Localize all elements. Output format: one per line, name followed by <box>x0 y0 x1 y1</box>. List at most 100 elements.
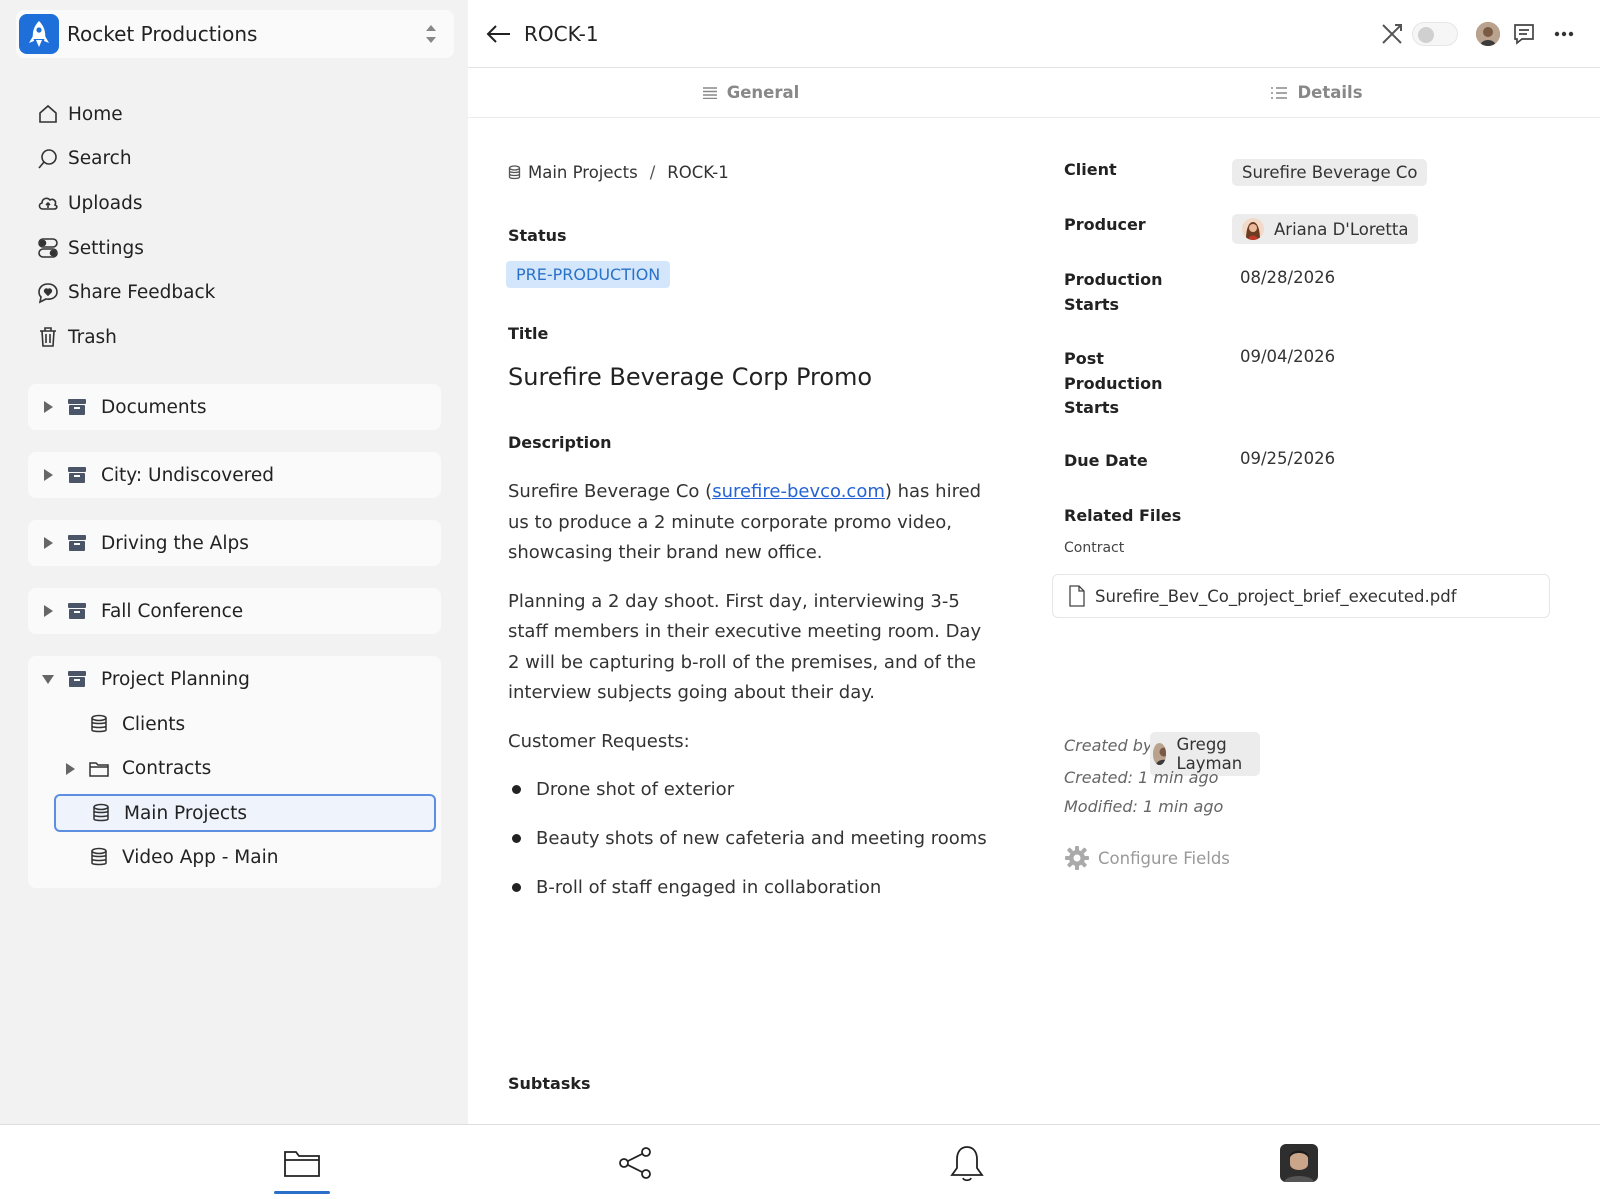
avatar <box>1242 218 1264 240</box>
client-label: Client <box>1064 160 1117 179</box>
toggles-icon <box>36 236 60 260</box>
subtasks-label: Subtasks <box>508 1074 591 1093</box>
group-header[interactable]: Fall Conference <box>28 588 441 634</box>
production-starts-value[interactable]: 08/28/2026 <box>1240 268 1335 287</box>
group-city-undiscovered: City: Undiscovered <box>28 452 441 498</box>
group-header[interactable]: Documents <box>28 384 441 430</box>
more-icon[interactable] <box>1554 31 1574 37</box>
tab-general[interactable]: General <box>468 68 1034 117</box>
group-header[interactable]: City: Undiscovered <box>28 452 441 498</box>
related-files-label: Related Files <box>1064 506 1182 525</box>
database-icon <box>508 164 521 179</box>
share-icon <box>619 1146 651 1179</box>
nav-trash[interactable]: Trash <box>36 315 215 360</box>
nav-share[interactable] <box>612 1125 658 1199</box>
tree-item-main-projects[interactable]: Main Projects <box>54 794 436 833</box>
caret-right-icon[interactable] <box>44 605 53 617</box>
group-header[interactable]: Project Planning <box>28 656 441 702</box>
nav-notifications[interactable] <box>944 1125 990 1199</box>
caret-right-icon[interactable] <box>44 537 53 549</box>
breadcrumb-current: ROCK-1 <box>667 162 729 182</box>
avatar <box>1280 1143 1318 1182</box>
tools-icon[interactable] <box>1380 22 1404 46</box>
gear-icon <box>1065 846 1089 870</box>
status-badge[interactable]: PRE-PRODUCTION <box>506 261 671 288</box>
back-arrow-icon[interactable] <box>486 24 512 44</box>
file-name: Surefire_Bev_Co_project_brief_executed.p… <box>1095 586 1457 606</box>
group-project-planning: Project Planning Clients Contracts Main … <box>28 656 441 888</box>
group-label: Driving the Alps <box>101 532 249 554</box>
avatar <box>1153 743 1167 765</box>
file-icon <box>1069 585 1085 607</box>
workspace-switcher[interactable]: Rocket Productions <box>16 10 454 58</box>
client-chip[interactable]: Surefire Beverage Co <box>1232 159 1428 186</box>
folder-icon <box>284 1150 320 1177</box>
nav-trash-label: Trash <box>68 326 117 348</box>
group-label: City: Undiscovered <box>101 464 274 486</box>
toggle-knob <box>1418 27 1434 43</box>
nav-settings-label: Settings <box>68 237 144 259</box>
search-icon <box>36 147 60 171</box>
comments-icon[interactable] <box>1512 22 1536 46</box>
nav-home-label: Home <box>68 103 123 125</box>
description-paragraph: Customer Requests: <box>508 730 690 752</box>
mode-toggle[interactable] <box>1412 22 1458 46</box>
active-indicator <box>274 1191 330 1194</box>
rocket-icon <box>19 14 59 54</box>
breadcrumb-separator: / <box>649 162 656 182</box>
sort-arrows-icon[interactable] <box>424 23 438 45</box>
caret-down-icon[interactable] <box>42 674 54 684</box>
list-item: B-roll of staff engaged in collaboration <box>508 863 988 912</box>
nav-files[interactable] <box>274 1125 330 1199</box>
nav-share-feedback-label: Share Feedback <box>68 282 216 304</box>
workspace-name: Rocket Productions <box>67 22 258 46</box>
group-header[interactable]: Driving the Alps <box>28 520 441 566</box>
client-website-link[interactable]: surefire-bevco.com <box>712 481 885 502</box>
caret-right-icon[interactable] <box>44 469 53 481</box>
cloud-upload-icon <box>36 191 60 215</box>
file-attachment[interactable]: Surefire_Bev_Co_project_brief_executed.p… <box>1052 574 1550 618</box>
configure-fields-button[interactable]: Configure Fields <box>1064 845 1230 871</box>
nav-settings[interactable]: Settings <box>36 226 215 271</box>
general-column: Main Projects / ROCK-1 Status PRE-PRODUC… <box>506 150 988 912</box>
nav-search-label: Search <box>68 148 132 170</box>
database-icon <box>90 802 112 824</box>
description-body[interactable]: Surefire Beverage Co (surefire-bevco.com… <box>508 477 988 912</box>
list-item: Drone shot of exterior <box>508 765 988 814</box>
post-production-starts-value[interactable]: 09/04/2026 <box>1240 347 1335 366</box>
main-panel: ROCK-1 General Details Main Projects / R… <box>468 0 1600 1124</box>
modified-timestamp: Modified: 1 min ago <box>1064 797 1224 816</box>
created-by-label: Created by: <box>1064 736 1158 755</box>
nav-uploads[interactable]: Uploads <box>36 181 215 226</box>
record-title[interactable]: Surefire Beverage Corp Promo <box>508 363 988 391</box>
status-label: Status <box>508 226 567 245</box>
due-date-value[interactable]: 09/25/2026 <box>1240 449 1335 468</box>
folder-icon <box>88 758 110 780</box>
nav-search[interactable]: Search <box>36 137 215 182</box>
tree-item-contracts[interactable]: Contracts <box>28 747 441 792</box>
archive-box-icon <box>68 399 86 415</box>
sidebar: Rocket Productions Home Search Uploads S… <box>0 0 468 1124</box>
nav-profile[interactable] <box>1276 1125 1322 1199</box>
database-icon <box>88 713 110 735</box>
tab-details[interactable]: Details <box>1034 68 1600 117</box>
nav-share-feedback[interactable]: Share Feedback <box>36 270 215 315</box>
caret-right-icon[interactable] <box>66 762 75 775</box>
nav-home[interactable]: Home <box>36 92 215 137</box>
producer-chip[interactable]: Ariana D'Loretta <box>1232 214 1419 244</box>
lines-icon <box>702 86 717 99</box>
chat-heart-icon <box>36 281 60 305</box>
top-bar: ROCK-1 <box>468 0 1600 68</box>
tree-item-label: Video App - Main <box>122 846 279 868</box>
bottom-nav <box>0 1124 1600 1199</box>
breadcrumb-parent[interactable]: Main Projects <box>528 163 638 182</box>
tree-item-video-app-main[interactable]: Video App - Main <box>28 835 441 880</box>
caret-right-icon[interactable] <box>44 401 53 413</box>
contract-sublabel: Contract <box>1064 540 1125 556</box>
avatar[interactable] <box>1476 22 1500 46</box>
title-label: Title <box>508 324 549 343</box>
group-label: Documents <box>101 396 207 418</box>
tree-item-clients[interactable]: Clients <box>28 702 441 747</box>
list-item: Beauty shots of new cafeteria and meetin… <box>508 814 988 863</box>
database-icon <box>88 846 110 868</box>
